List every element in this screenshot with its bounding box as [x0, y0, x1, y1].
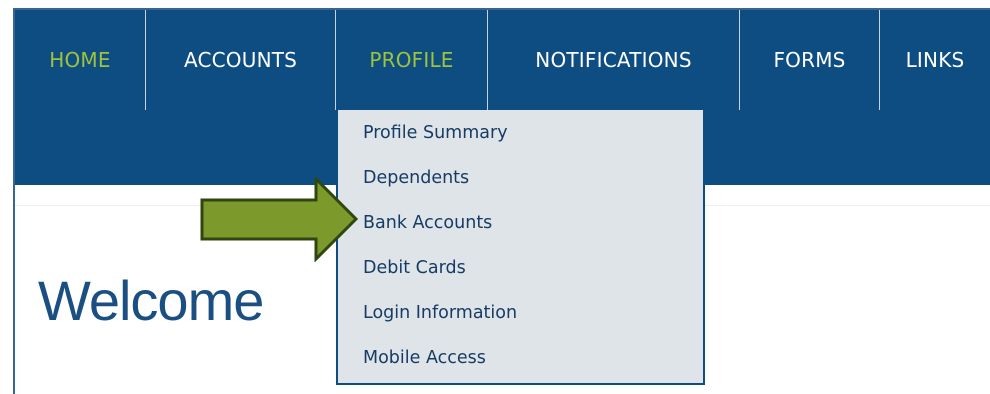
nav-links[interactable]: LINKS: [880, 10, 990, 110]
menu-item-login-information[interactable]: Login Information: [338, 290, 703, 335]
nav-forms[interactable]: FORMS: [740, 10, 880, 110]
profile-dropdown-menu: Profile Summary Dependents Bank Accounts…: [336, 110, 705, 385]
menu-item-profile-summary[interactable]: Profile Summary: [338, 110, 703, 155]
welcome-heading: Welcome: [38, 269, 264, 332]
menu-item-bank-accounts[interactable]: Bank Accounts: [338, 200, 703, 245]
top-navigation: HOME ACCOUNTS PROFILE NOTIFICATIONS FORM…: [15, 10, 990, 110]
pointer-arrow-icon: [200, 177, 359, 262]
nav-profile[interactable]: PROFILE: [336, 10, 488, 110]
menu-item-dependents[interactable]: Dependents: [338, 155, 703, 200]
nav-accounts[interactable]: ACCOUNTS: [146, 10, 336, 110]
menu-item-debit-cards[interactable]: Debit Cards: [338, 245, 703, 290]
menu-item-mobile-access[interactable]: Mobile Access: [338, 335, 703, 380]
nav-home[interactable]: HOME: [15, 10, 146, 110]
nav-notifications[interactable]: NOTIFICATIONS: [488, 10, 740, 110]
